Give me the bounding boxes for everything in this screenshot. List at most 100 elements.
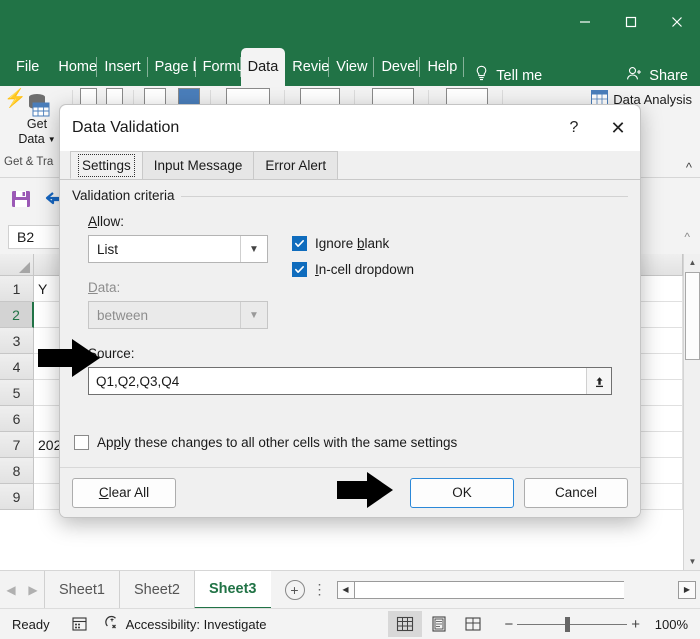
row-header[interactable]: 5 [0,380,34,406]
macro-record-icon[interactable] [72,616,90,632]
ribbon-tab-formulas[interactable]: Formu [196,48,241,86]
zoom-thumb[interactable] [565,616,571,632]
get-data-button[interactable]: Get Data ▼ [8,90,66,146]
close-icon[interactable] [654,0,700,44]
row-header[interactable]: 6 [0,406,34,432]
ok-button[interactable]: OK [410,477,514,508]
zoom-track[interactable] [517,616,628,632]
ribbon-tab-label: Data [247,59,279,75]
in-cell-dropdown-row[interactable]: In-cell dropdown [292,262,414,277]
ribbon-tab-home[interactable]: Home [51,48,98,86]
add-sheet-icon[interactable]: + [284,579,305,600]
add-sheet-label: + [290,581,299,598]
vertical-scrollbar[interactable]: ▲ ▼ [683,254,700,570]
allow-dropdown[interactable]: List ▼ [88,235,268,263]
allow-field: AAllow:llow: List ▼ [88,214,268,263]
ribbon-tab-file[interactable]: File [0,48,51,86]
ribbon-tab-developer[interactable]: Devel [374,48,421,86]
sheet-tab-sheet3[interactable]: Sheet3 [193,570,271,609]
ribbon-tab-view[interactable]: View [329,48,375,86]
apply-all-row[interactable]: Apply these changes to all other cells w… [74,435,457,450]
ribbon-tab-help[interactable]: Help [420,48,465,86]
row-header[interactable]: 7 [0,432,34,458]
prev-sheet-icon[interactable]: ◀ [0,583,22,597]
select-all-corner[interactable] [0,254,34,276]
tab-label: Settings [78,153,135,177]
collapse-ribbon-icon[interactable]: ^ [686,160,692,175]
range-picker-icon[interactable] [586,368,611,394]
share-label: Share [649,68,688,84]
scroll-left-icon[interactable]: ◀ [336,580,355,599]
view-page-layout-button[interactable] [422,611,456,637]
dialog-title-bar: Data Validation ? ✕ [60,105,640,151]
get-data-label2: Data [18,132,45,146]
apply-all-checkbox[interactable] [74,435,89,450]
ok-label: OK [452,485,472,500]
zoom-percentage[interactable]: 100% [650,617,688,632]
accessibility-status[interactable]: Accessibility: Investigate [104,615,266,634]
tell-me-search[interactable]: Tell me [464,65,542,86]
ignore-blank-checkbox[interactable] [292,236,307,251]
row-header[interactable]: 8 [0,458,34,484]
row-number: 9 [12,488,21,505]
status-state: Ready [12,616,50,632]
view-page-break-button[interactable] [456,611,490,637]
horizontal-scrollbar[interactable]: ◀ ▶ [336,580,696,599]
row-number: 8 [12,462,21,479]
zoom-in-icon[interactable]: + [631,616,640,633]
window-controls [562,0,700,48]
tab-settings[interactable]: Settings [70,151,143,179]
help-icon[interactable]: ? [552,105,596,151]
maximize-icon[interactable] [608,0,654,44]
share-button[interactable]: Share [626,66,688,86]
clear-all-button[interactable]: Clear All [72,477,176,508]
view-normal-button[interactable] [388,611,423,637]
horizontal-scroll-track[interactable] [354,580,624,599]
in-cell-dropdown-checkbox[interactable] [292,262,307,277]
source-field: Source: Q1,Q2,Q3,Q4 [88,346,612,395]
source-value: Q1,Q2,Q3,Q4 [96,373,180,389]
chevron-down-icon[interactable]: ▼ [240,236,267,262]
data-dropdown[interactable]: between ▼ [88,301,268,329]
tab-input-message[interactable]: Input Message [141,151,255,179]
ribbon-tab-review[interactable]: Revie [285,48,330,86]
scroll-up-icon[interactable]: ▲ [684,254,700,271]
expand-formula-bar-icon[interactable]: ^ [684,230,690,244]
sheet-tab-sheet1[interactable]: Sheet1 [44,570,119,609]
ignore-blank-row[interactable]: Ignore blank [292,236,414,251]
cancel-button[interactable]: Cancel [524,477,628,508]
ribbon-tab-label: Revie [292,59,330,75]
allow-value: List [97,241,119,257]
row-header[interactable]: 4 [0,354,34,380]
scroll-right-icon[interactable]: ▶ [678,580,696,599]
row-header[interactable]: 9 [0,484,34,510]
row-header[interactable]: 3 [0,328,34,354]
row-header[interactable]: 1 [0,276,34,302]
scroll-down-icon[interactable]: ▼ [684,553,700,570]
row-headers: 1 2 3 4 5 6 7 8 9 [0,276,34,510]
ribbon-tab-label: Page L [154,59,196,75]
sheet-options-label: ⋮ [312,581,327,597]
minimize-icon[interactable] [562,0,608,44]
tab-error-alert[interactable]: Error Alert [253,151,339,179]
next-sheet-icon[interactable]: ▶ [22,583,44,597]
row-number: 1 [12,280,21,297]
save-icon[interactable] [10,188,32,210]
row-header-selected[interactable]: 2 [0,302,34,328]
source-input[interactable]: Q1,Q2,Q3,Q4 [88,367,612,395]
ribbon-tab-data[interactable]: Data [240,48,286,86]
ribbon-tab-label: Home [58,59,98,75]
refresh-all-icon[interactable] [144,88,166,105]
vertical-scroll-thumb[interactable] [685,272,700,360]
zoom-out-icon[interactable]: − [504,616,513,633]
chevron-down-icon[interactable]: ▼ [240,302,267,328]
ribbon-tab-page-layout[interactable]: Page L [148,48,196,86]
sheet-options-icon[interactable]: ⋮ [313,581,327,598]
ribbon-tab-insert[interactable]: Insert [97,48,148,86]
queries-icon[interactable] [178,88,200,105]
zoom-slider[interactable]: − + [504,616,640,633]
sheet-tab-sheet2[interactable]: Sheet2 [118,570,194,609]
ribbon-tabstrip: File Home Insert Page L Formu Data Revie… [0,48,700,86]
validation-criteria-label: Validation criteria [72,188,181,203]
dialog-close-icon[interactable]: ✕ [596,105,640,151]
